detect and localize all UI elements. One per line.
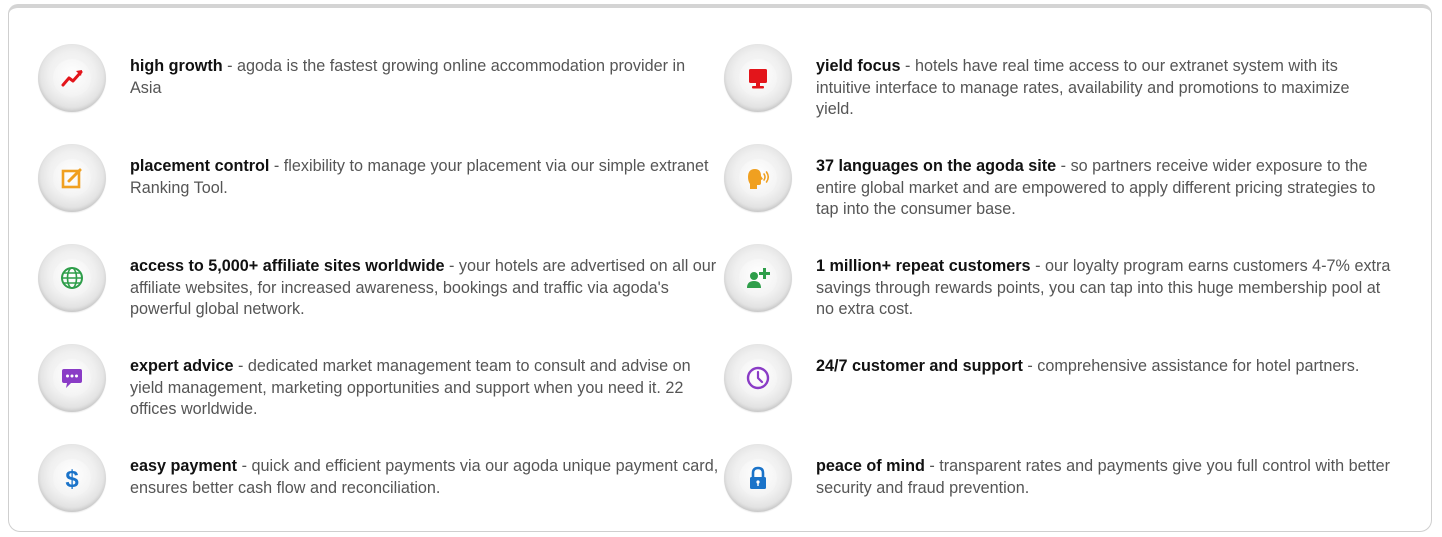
feature-easy-payment: $ easy payment - quick and efficient pay… [38, 444, 718, 534]
feature-icon-badge [724, 444, 792, 512]
growth-chart-icon [61, 70, 83, 87]
chat-bubble-icon [62, 369, 82, 388]
feature-text: high growth - agoda is the fastest growi… [130, 56, 720, 99]
feature-yield-focus: yield focus - hotels have real time acce… [724, 44, 1414, 134]
feature-icon-badge [724, 344, 792, 412]
feature-text: yield focus - hotels have real time acce… [816, 56, 1391, 121]
edit-icon [61, 168, 82, 189]
feature-text: 1 million+ repeat customers - our loyalt… [816, 256, 1391, 321]
feature-title: expert advice [130, 357, 234, 375]
feature-languages: 37 languages on the agoda site - so part… [724, 144, 1414, 234]
clock-icon [746, 366, 770, 390]
svg-text:$: $ [65, 466, 79, 493]
feature-placement-control: placement control - flexibility to manag… [38, 144, 718, 234]
feature-description: - comprehensive assistance for hotel par… [1022, 357, 1360, 375]
feature-icon-badge [38, 144, 106, 212]
feature-title: easy payment [130, 457, 238, 475]
feature-high-growth: high growth - agoda is the fastest growi… [38, 44, 718, 134]
monitor-icon [749, 69, 767, 89]
feature-icon-badge [38, 244, 106, 312]
feature-title: 37 languages on the agoda site [816, 157, 1057, 175]
feature-icon-badge [38, 344, 106, 412]
feature-text: easy payment - quick and efficient payme… [130, 456, 720, 499]
feature-expert-advice: expert advice - dedicated market managem… [38, 344, 718, 434]
lock-icon [750, 466, 766, 489]
feature-title: access to 5,000+ affiliate sites worldwi… [130, 257, 445, 275]
feature-peace-of-mind: peace of mind - transparent rates and pa… [724, 444, 1414, 534]
feature-title: placement control [130, 157, 270, 175]
feature-icon-badge [724, 244, 792, 312]
feature-customer-support: 24/7 customer and support - comprehensiv… [724, 344, 1414, 434]
speaking-head-icon [748, 169, 770, 189]
dollar-icon: $ [65, 466, 79, 493]
feature-icon-badge [38, 44, 106, 112]
feature-text: expert advice - dedicated market managem… [130, 356, 720, 421]
feature-title: 24/7 customer and support [816, 357, 1023, 375]
globe-icon [61, 267, 83, 289]
feature-icon-badge [724, 44, 792, 112]
add-user-icon [747, 268, 770, 288]
feature-title: 1 million+ repeat customers [816, 257, 1031, 275]
feature-title: yield focus [816, 57, 901, 75]
feature-icon-badge [724, 144, 792, 212]
feature-text: 37 languages on the agoda site - so part… [816, 156, 1391, 221]
feature-text: placement control - flexibility to manag… [130, 156, 720, 199]
features-panel: high growth - agoda is the fastest growi… [8, 4, 1432, 532]
feature-text: 24/7 customer and support - comprehensiv… [816, 356, 1391, 378]
feature-icon-badge: $ [38, 444, 106, 512]
feature-text: access to 5,000+ affiliate sites worldwi… [130, 256, 720, 321]
feature-affiliate-sites: access to 5,000+ affiliate sites worldwi… [38, 244, 718, 334]
feature-title: high growth [130, 57, 223, 75]
feature-repeat-customers: 1 million+ repeat customers - our loyalt… [724, 244, 1414, 334]
feature-text: peace of mind - transparent rates and pa… [816, 456, 1391, 499]
feature-title: peace of mind [816, 457, 925, 475]
